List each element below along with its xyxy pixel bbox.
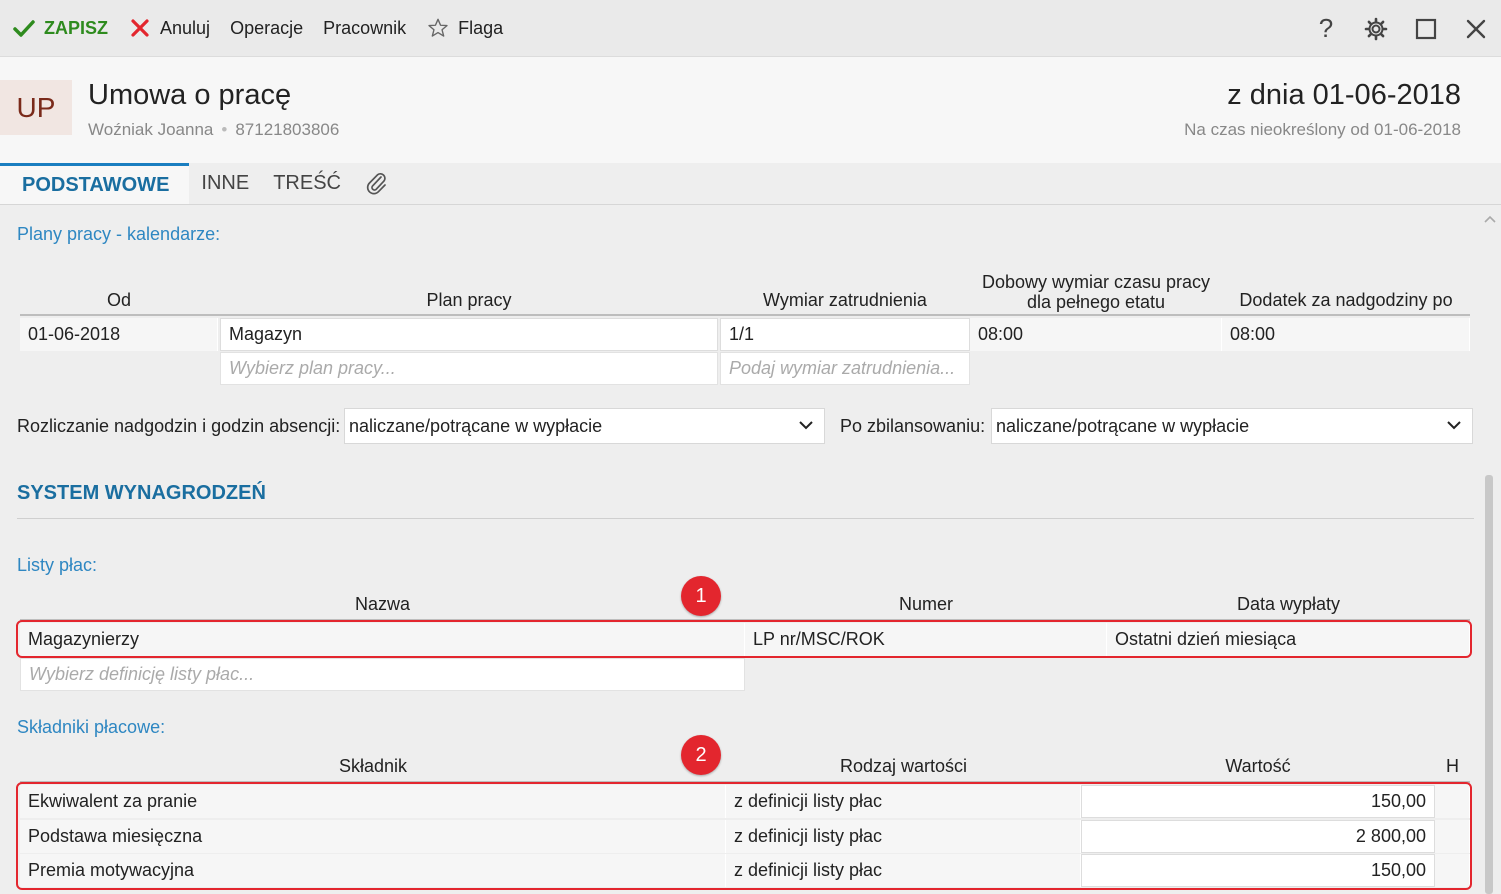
tab-attachments[interactable] <box>353 163 401 204</box>
col-header-payment-date: Data wypłaty <box>1236 594 1341 614</box>
col-header-from: Od <box>106 290 131 310</box>
flag-label: Flaga <box>458 17 504 38</box>
tab-bar: PODSTAWOWE INNE TREŚĆ <box>0 163 1501 205</box>
col-header-daily-line1: Dobowy wymiar czasu pracy <box>981 272 1211 292</box>
document-date: z dnia 01-06-2018 <box>1227 79 1461 111</box>
checkmark-icon <box>12 16 36 40</box>
col-header-name: Nazwa <box>354 594 411 614</box>
close-window-icon <box>1466 19 1486 39</box>
employee-name[interactable]: Woźniak Joanna <box>88 120 213 139</box>
page-title: Umowa o pracę <box>88 79 292 111</box>
tab-tresc[interactable]: TREŚĆ <box>261 163 353 204</box>
star-icon <box>426 16 450 40</box>
section-divider <box>17 518 1474 519</box>
col-header-overtime: Dodatek za nadgodziny po <box>1239 290 1453 310</box>
close-icon <box>128 16 152 40</box>
col-header-kind: Rodzaj wartości <box>839 756 968 776</box>
help-button[interactable]: ? <box>1301 0 1351 57</box>
plan-overtime-cell[interactable]: 08:00 <box>1222 318 1470 351</box>
col-header-daily: Dobowy wymiar czasu pracy dla pełnego et… <box>970 272 1222 312</box>
payrolls-label: Listy płac: <box>17 555 98 575</box>
gear-icon <box>1364 17 1388 41</box>
work-plans-label: Plany pracy - kalendarze: <box>17 224 221 244</box>
employee-label: Pracownik <box>323 17 407 38</box>
settlement-label: Rozliczanie nadgodzin i godzin absencji: <box>17 416 341 436</box>
col-header-daily-line2: dla pełnego etatu <box>1026 292 1166 312</box>
save-button[interactable]: ZAPISZ <box>0 0 118 57</box>
flag-button[interactable]: Flaga <box>416 0 513 57</box>
paperclip-icon <box>365 171 389 197</box>
col-header-number: Numer <box>898 594 953 614</box>
col-header-plan: Plan pracy <box>426 290 512 310</box>
balanced-select[interactable]: naliczane/potrącane w wypłacie <box>991 408 1473 444</box>
plan-from-cell[interactable]: 01-06-2018 <box>20 318 218 351</box>
plan-dimension-cell[interactable]: 1/1 <box>720 318 970 351</box>
chevron-down-icon <box>1446 417 1462 433</box>
balanced-select-value: naliczane/potrącane w wypłacie <box>996 415 1250 436</box>
contract-period: Na czas nieokreślony od 01-06-2018 <box>1184 120 1461 139</box>
form-content: Plany pracy - kalendarze: Od Plan pracy … <box>0 206 1480 894</box>
tab-podstawowe[interactable]: PODSTAWOWE <box>0 163 190 204</box>
document-subtitle: Woźniak Joanna • 87121803806 <box>88 120 339 140</box>
table-header-line <box>20 314 1470 316</box>
tab-inne[interactable]: INNE <box>189 163 261 204</box>
col-header-h: H <box>1446 756 1459 776</box>
annotation-badge-2: 2 <box>681 735 721 775</box>
separator-dot: • <box>221 120 228 139</box>
operations-label: Operacje <box>230 17 304 38</box>
close-window-button[interactable] <box>1451 0 1501 57</box>
balanced-label: Po zbilansowaniu: <box>840 416 986 436</box>
settlement-select-value: naliczane/potrącane w wypłacie <box>349 415 603 436</box>
operations-menu[interactable]: Operacje <box>220 0 313 57</box>
toolbar: ZAPISZ Anuluj Operacje Pracownik Flaga ? <box>0 0 1501 57</box>
plan-name-cell[interactable]: Magazyn <box>220 318 718 351</box>
salary-system-heading: SYSTEM WYNAGRODZEŃ <box>17 482 266 504</box>
maximize-icon <box>1415 18 1437 40</box>
plan-daily-cell[interactable]: 08:00 <box>970 318 1222 351</box>
cancel-label: Anuluj <box>160 17 211 38</box>
payroll-highlight-box <box>16 620 1472 658</box>
document-type-badge: UP <box>0 80 72 135</box>
cancel-button[interactable]: Anuluj <box>118 0 220 57</box>
employee-pesel: 87121803806 <box>235 120 340 139</box>
save-label: ZAPISZ <box>44 17 109 38</box>
document-header: UP Umowa o pracę Woźniak Joanna • 87121803… <box>0 57 1501 163</box>
col-header-component: Składnik <box>338 756 408 776</box>
annotation-badge-1: 1 <box>681 576 721 616</box>
payroll-picker-input[interactable]: Wybierz definicję listy płac... <box>20 658 745 691</box>
scroll-up-icon[interactable] <box>1483 211 1497 225</box>
col-header-dimension: Wymiar zatrudnienia <box>763 290 927 310</box>
settlement-select[interactable]: naliczane/potrącane w wypłacie <box>344 408 825 444</box>
plan-picker-input[interactable]: Wybierz plan pracy... <box>220 352 718 385</box>
components-highlight-box <box>16 782 1472 890</box>
components-label: Składniki płacowe: <box>17 717 166 737</box>
chevron-down-icon <box>798 417 814 433</box>
dimension-input[interactable]: Podaj wymiar zatrudnienia... <box>720 352 970 385</box>
maximize-button[interactable] <box>1401 0 1451 57</box>
scrollbar-thumb[interactable] <box>1485 475 1493 894</box>
col-header-value: Wartość <box>1225 756 1291 776</box>
employee-menu[interactable]: Pracownik <box>313 0 416 57</box>
settings-button[interactable] <box>1351 0 1401 57</box>
